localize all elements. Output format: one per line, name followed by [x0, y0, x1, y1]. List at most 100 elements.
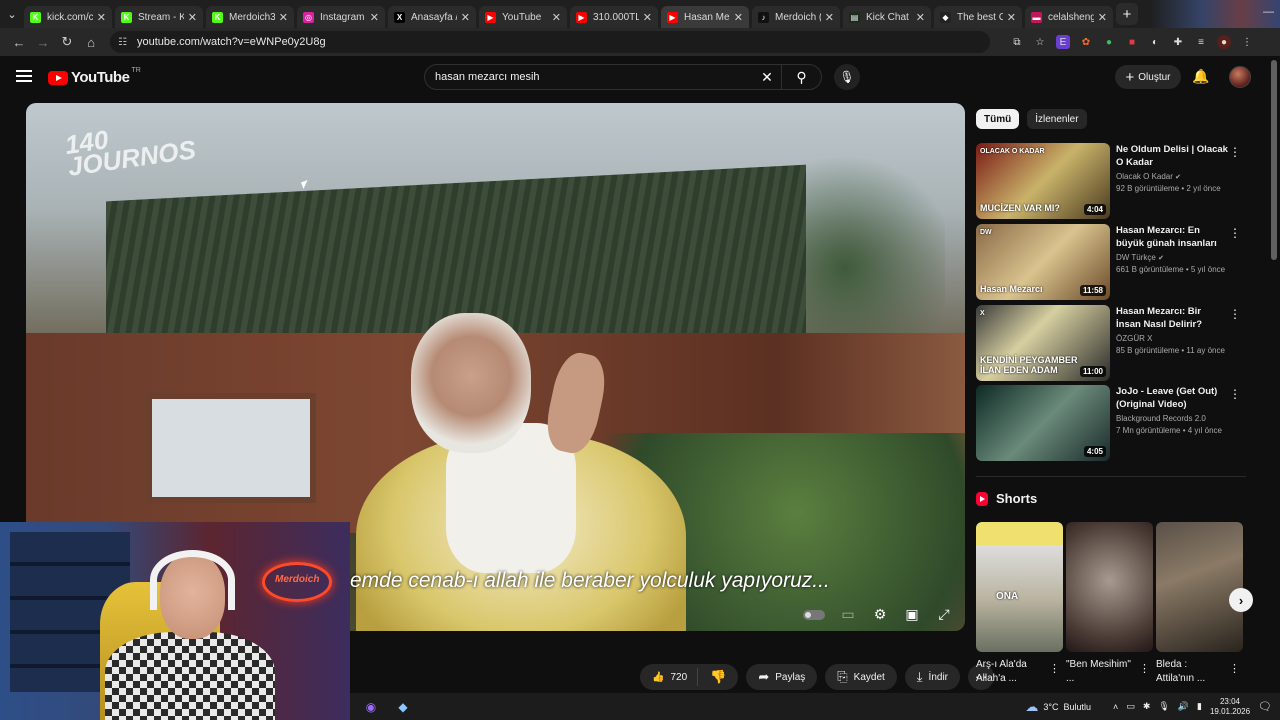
recommended-video[interactable]: 4:05 JoJo - Leave (Get Out) (Original Vid…: [976, 385, 1246, 461]
battery-icon[interactable]: ▮: [1197, 701, 1202, 712]
video-thumbnail[interactable]: X KENDİNİ PEYGAMBER İLAN EDEN ADAM 11:00: [976, 305, 1110, 381]
browser-tab[interactable]: ▶ 310.000TL V ✕: [570, 6, 658, 28]
video-thumbnail[interactable]: DW Hasan Mezarcı 11:58: [976, 224, 1110, 300]
account-avatar[interactable]: [1229, 66, 1251, 88]
taskbar-app-purple-icon[interactable]: ◉: [360, 696, 382, 718]
reload-icon[interactable]: ↻: [56, 31, 78, 53]
video-title[interactable]: JoJo - Leave (Get Out) (Original Video): [1116, 385, 1228, 411]
close-tab-icon[interactable]: ✕: [1007, 11, 1016, 24]
browser-tab[interactable]: ▶ YouTube ✕: [479, 6, 567, 28]
channel-name[interactable]: Blackground Records 2.0: [1116, 414, 1228, 423]
extension-orange-icon[interactable]: ✿: [1079, 35, 1093, 49]
video-menu-icon[interactable]: ⋮: [1228, 226, 1242, 300]
recommended-video[interactable]: OLACAK O KADAR MUCİZEN VAR MI? 4:04 Ne Oldu…: [976, 143, 1246, 219]
voice-search-icon[interactable]: 🎙: [834, 64, 860, 90]
video-title[interactable]: Hasan Mezarcı: Bir İnsan Nasıl Delirir?: [1116, 305, 1228, 331]
short-menu-icon[interactable]: ⋮: [1139, 662, 1150, 675]
short-menu-icon[interactable]: ⋮: [1229, 662, 1240, 675]
close-tab-icon[interactable]: ✕: [552, 11, 561, 24]
browser-tab[interactable]: ◆ The best Ch ✕: [934, 6, 1022, 28]
recommended-video[interactable]: X KENDİNİ PEYGAMBER İLAN EDEN ADAM 11:00 Ha…: [976, 305, 1246, 381]
browser-menu-icon[interactable]: ⋮: [1240, 35, 1254, 49]
short-thumbnail[interactable]: ONA: [976, 522, 1063, 652]
extension-circle-icon[interactable]: ◐: [1148, 35, 1162, 49]
forward-icon[interactable]: →: [32, 31, 54, 53]
chip-all[interactable]: Tümü: [976, 109, 1020, 129]
media-control-icon[interactable]: ≡: [1194, 35, 1208, 49]
short-title[interactable]: "Ben Mesihim" ...: [1066, 658, 1136, 686]
browser-tab[interactable]: ▶ Hasan Mezar ✕: [661, 6, 749, 28]
tray-expand-icon[interactable]: ˄: [1113, 702, 1118, 712]
browser-tab[interactable]: K Merdoich34 ✕: [206, 6, 294, 28]
network-icon[interactable]: ▭: [1126, 701, 1135, 712]
channel-name[interactable]: ÖZGÜR X: [1116, 334, 1228, 343]
search-input[interactable]: hasan mezarcı mesih: [425, 71, 753, 83]
share-button[interactable]: ➦ Paylaş: [746, 664, 818, 690]
bluetooth-icon[interactable]: ✱: [1143, 701, 1151, 712]
browser-tab[interactable]: ◎ Instagram ✕: [297, 6, 385, 28]
home-icon[interactable]: ⌂: [80, 31, 102, 53]
close-tab-icon[interactable]: ✕: [1098, 11, 1107, 24]
url-bar[interactable]: ☷ youtube.com/watch?v=eWNPe0y2U8g: [110, 31, 990, 53]
minimize-icon[interactable]: —: [1263, 6, 1274, 18]
save-button[interactable]: ⎘ Kaydet: [825, 664, 897, 690]
video-menu-icon[interactable]: ⋮: [1228, 307, 1242, 381]
recommended-video[interactable]: DW Hasan Mezarcı 11:58 Hasan Mezarcı: En bü…: [976, 224, 1246, 300]
video-thumbnail[interactable]: 4:05: [976, 385, 1110, 461]
short-title[interactable]: Arş-ı Ala'da Allah'a ...: [976, 658, 1046, 686]
dislike-button[interactable]: 👎: [698, 669, 738, 685]
close-tab-icon[interactable]: ✕: [643, 11, 652, 24]
video-menu-icon[interactable]: ⋮: [1228, 145, 1242, 219]
close-tab-icon[interactable]: ✕: [279, 11, 288, 24]
chip-watched[interactable]: İzlenenler: [1027, 109, 1087, 129]
back-icon[interactable]: ←: [8, 31, 30, 53]
new-tab-button[interactable]: +: [1116, 3, 1138, 25]
clear-search-icon[interactable]: ✕: [753, 69, 781, 86]
theater-mode-icon[interactable]: ▣: [903, 606, 921, 623]
browser-tab[interactable]: ♪ Merdoich (@ ✕: [752, 6, 840, 28]
weather-widget[interactable]: ☁ 3°C Bulutlu: [1025, 699, 1091, 715]
download-button[interactable]: ⤓ İndir: [904, 664, 960, 690]
extension-purple-icon[interactable]: E: [1056, 35, 1070, 49]
subtitles-icon[interactable]: ▭: [839, 606, 857, 623]
bookmark-star-icon[interactable]: ☆: [1033, 35, 1047, 49]
tab-search-icon[interactable]: ⌄: [0, 0, 24, 28]
close-tab-icon[interactable]: ✕: [916, 11, 925, 24]
close-tab-icon[interactable]: ✕: [734, 11, 743, 24]
browser-tab[interactable]: ▬ celalshengn ✕: [1025, 6, 1113, 28]
autoplay-toggle[interactable]: [803, 609, 825, 620]
notifications-bell-icon[interactable]: 🔔: [1192, 68, 1209, 85]
extension-green-icon[interactable]: ●: [1102, 35, 1116, 49]
video-title[interactable]: Hasan Mezarcı: En büyük günah insanları …: [1116, 224, 1228, 250]
profile-icon[interactable]: ●: [1217, 35, 1231, 49]
settings-gear-icon[interactable]: ⚙: [871, 606, 889, 623]
browser-tab[interactable]: Kkick.com/ca ✕: [24, 6, 112, 28]
video-thumbnail[interactable]: OLACAK O KADAR MUCİZEN VAR MI? 4:04: [976, 143, 1110, 219]
install-app-icon[interactable]: ⧉: [1010, 35, 1024, 49]
youtube-logo[interactable]: YouTube TR: [48, 67, 141, 86]
like-button[interactable]: 👍 720: [640, 668, 699, 686]
fullscreen-icon[interactable]: ⤢: [935, 606, 953, 623]
channel-name[interactable]: DW Türkçe ✔: [1116, 253, 1228, 262]
close-tab-icon[interactable]: ✕: [97, 11, 106, 24]
browser-tab[interactable]: X Anasayfa / X ✕: [388, 6, 476, 28]
short-thumbnail[interactable]: [1156, 522, 1243, 652]
close-tab-icon[interactable]: ✕: [461, 11, 470, 24]
video-title[interactable]: Ne Oldum Delisi | Olacak O Kadar: [1116, 143, 1228, 169]
short-thumbnail[interactable]: [1066, 522, 1153, 652]
browser-tab[interactable]: ▤ Kick Chat Se ✕: [843, 6, 931, 28]
shorts-next-arrow-icon[interactable]: ›: [1229, 588, 1253, 612]
short-menu-icon[interactable]: ⋮: [1049, 662, 1060, 675]
taskbar-app-blue-icon[interactable]: ◆: [392, 696, 414, 718]
close-tab-icon[interactable]: ✕: [370, 11, 379, 24]
site-info-icon[interactable]: ☷: [118, 37, 127, 48]
guide-menu-icon[interactable]: [16, 70, 32, 82]
speaker-icon[interactable]: 🔊: [1178, 701, 1189, 712]
create-button[interactable]: + Oluştur: [1115, 65, 1181, 89]
browser-tab[interactable]: K Stream - Ki ✕: [115, 6, 203, 28]
system-clock[interactable]: 23:04 19.01.2026: [1210, 697, 1250, 717]
extension-red-icon[interactable]: ■: [1125, 35, 1139, 49]
close-tab-icon[interactable]: ✕: [188, 11, 197, 24]
close-tab-icon[interactable]: ✕: [825, 11, 834, 24]
extensions-puzzle-icon[interactable]: ✚: [1171, 35, 1185, 49]
